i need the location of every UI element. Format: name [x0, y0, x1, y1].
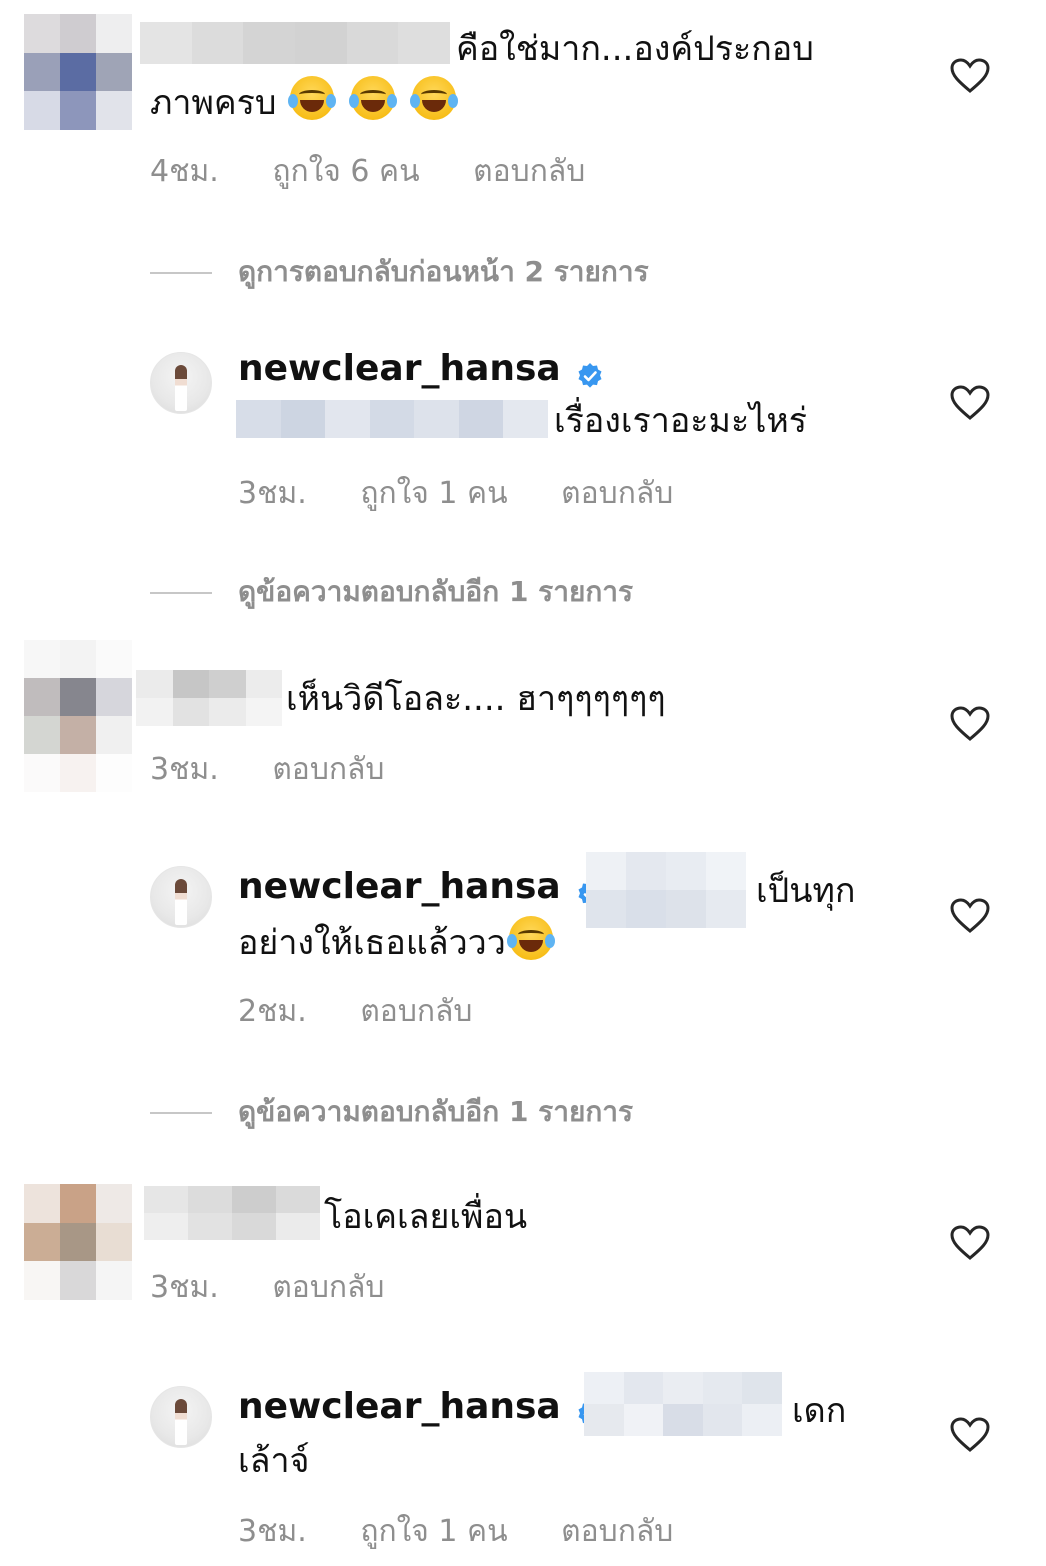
view-more-replies-button[interactable]: ดูข้อความตอบกลับอีก 1 รายการ	[150, 1090, 633, 1134]
laughing-emoji-icon	[288, 76, 337, 120]
reply-time: 2ชม.	[238, 994, 307, 1029]
username-blurred[interactable]	[140, 22, 450, 64]
username-blurred[interactable]	[136, 670, 282, 726]
reply-button[interactable]: ตอบกลับ	[360, 988, 472, 1035]
reply-meta: 2ชม. ตอบกลับ	[238, 988, 516, 1035]
divider-line	[150, 1112, 212, 1114]
laughing-emoji-icon	[349, 76, 398, 120]
reply-text-line2: เล้าจ์	[238, 1441, 310, 1481]
reply-button[interactable]: ตอบกลับ	[561, 470, 673, 517]
likes-count-link[interactable]: ถูกใจ 1 คน	[360, 1508, 507, 1555]
comment-text: เห็นวิดีโอละ.... ฮาๆๆๆๆๆๆ	[286, 679, 666, 719]
comment-text: โอเคเลยเพื่อน	[324, 1197, 528, 1237]
reply-button[interactable]: ตอบกลับ	[561, 1508, 673, 1555]
mention-blurred[interactable]	[584, 1372, 782, 1436]
avatar[interactable]	[150, 866, 212, 928]
avatar-pixelated[interactable]	[24, 1184, 132, 1300]
comment-meta: 3ชม. ตอบกลับ	[150, 1264, 428, 1311]
comment-meta: 4ชม. ถูกใจ 6 คน ตอบกลับ	[150, 148, 629, 195]
view-previous-replies-button[interactable]: ดูการตอบกลับก่อนหน้า 2 รายการ	[150, 250, 649, 294]
reply-time: 3ชม.	[238, 476, 307, 511]
divider-line	[150, 272, 212, 274]
reply-header: newclear_hansa	[238, 348, 604, 390]
verified-badge-icon	[578, 362, 602, 388]
comment-time: 4ชม.	[150, 154, 219, 189]
comment-text-line2: ภาพครบ	[150, 76, 459, 128]
heart-outline-icon[interactable]	[950, 1417, 990, 1453]
comment-text: คือใช่มาก...องค์ประกอบ	[456, 29, 814, 69]
heart-outline-icon[interactable]	[950, 706, 990, 742]
view-more-replies-button[interactable]: ดูข้อความตอบกลับอีก 1 รายการ	[150, 570, 633, 614]
avatar[interactable]	[150, 1386, 212, 1448]
reply-time: 3ชม.	[238, 1514, 307, 1549]
reply-button[interactable]: ตอบกลับ	[272, 746, 384, 793]
reply-header: newclear_hansa	[238, 866, 604, 908]
avatar[interactable]	[150, 352, 212, 414]
reply-text: เป็นทุก	[756, 871, 856, 911]
mention-blurred[interactable]	[586, 852, 746, 928]
heart-outline-icon[interactable]	[950, 898, 990, 934]
laughing-emoji-icon	[409, 76, 458, 120]
heart-outline-icon[interactable]	[950, 385, 990, 421]
username-link[interactable]: newclear_hansa	[238, 866, 561, 907]
reply-button[interactable]: ตอบกลับ	[473, 148, 585, 195]
mention-blurred[interactable]	[236, 400, 548, 438]
reply-text: เรื่องเราอะมะไหร่	[554, 401, 808, 441]
username-blurred[interactable]	[144, 1186, 320, 1240]
heart-outline-icon[interactable]	[950, 58, 990, 94]
reply-meta: 3ชม. ถูกใจ 1 คน ตอบกลับ	[238, 1508, 717, 1555]
comment-time: 3ชม.	[150, 752, 219, 787]
comment-time: 3ชม.	[150, 1270, 219, 1305]
reply-text-line2: อย่างให้เธอแล้ววว	[238, 916, 556, 968]
reply-button[interactable]: ตอบกลับ	[272, 1264, 384, 1311]
reply-meta: 3ชม. ถูกใจ 1 คน ตอบกลับ	[238, 470, 717, 517]
avatar-pixelated[interactable]	[24, 14, 132, 130]
divider-line	[150, 592, 212, 594]
username-link[interactable]: newclear_hansa	[238, 1386, 561, 1427]
likes-count-link[interactable]: ถูกใจ 1 คน	[360, 470, 507, 517]
laughing-emoji-icon	[506, 916, 555, 960]
username-link[interactable]: newclear_hansa	[238, 348, 561, 389]
likes-count-link[interactable]: ถูกใจ 6 คน	[272, 148, 419, 195]
comment-meta: 3ชม. ตอบกลับ	[150, 746, 428, 793]
reply-header: newclear_hansa	[238, 1386, 604, 1428]
heart-outline-icon[interactable]	[950, 1225, 990, 1261]
avatar-pixelated[interactable]	[24, 640, 132, 792]
reply-text: เดก	[792, 1391, 847, 1431]
